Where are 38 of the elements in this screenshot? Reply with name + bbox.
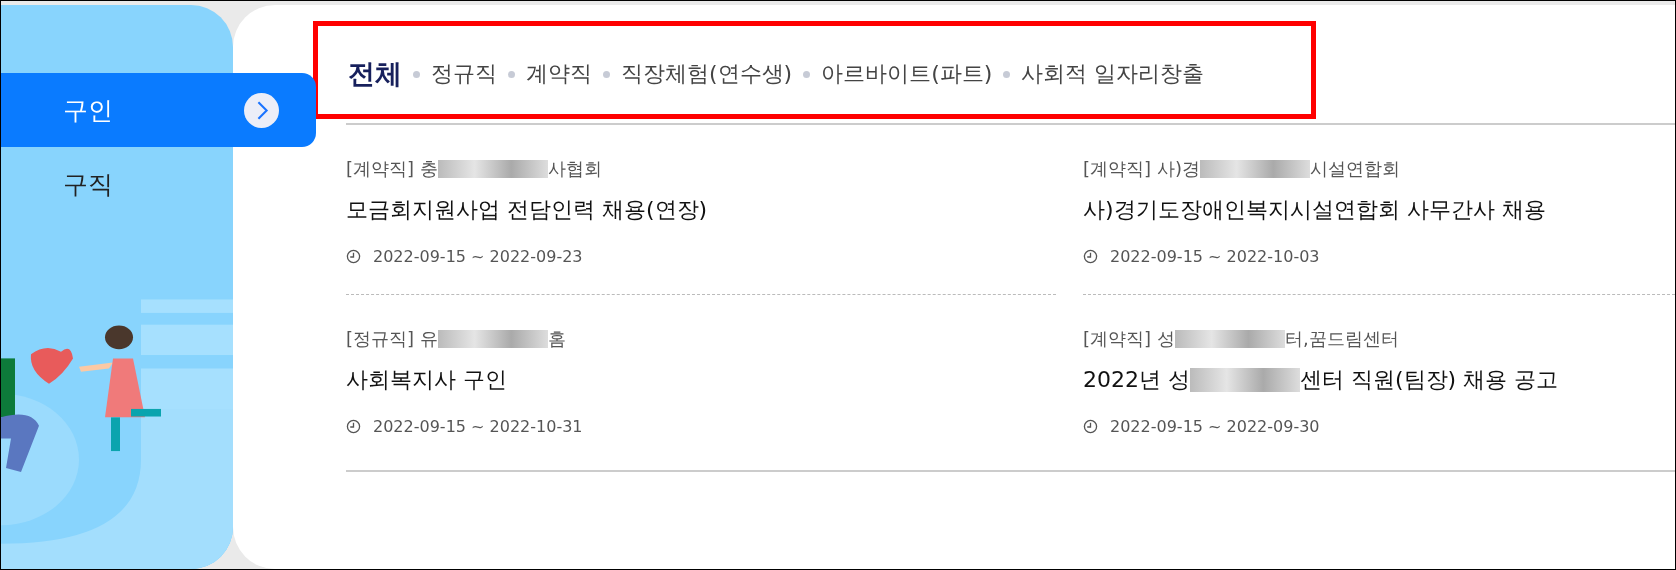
organization-name: 사)경 xyxy=(1157,157,1201,181)
separator-dot xyxy=(508,70,515,78)
clock-icon xyxy=(346,419,361,434)
post-title[interactable]: 센터 직원(팀장) 채용 공고 xyxy=(1300,365,1559,395)
sidebar-item[interactable]: 구인 xyxy=(1,73,316,147)
job-category: [계약직] xyxy=(346,157,415,181)
post-title[interactable]: 모금회지원사업 전담인력 채용(연장) xyxy=(346,195,708,225)
chevron-right-icon xyxy=(244,92,279,128)
post-period: 2022-09-15 ~ 2022-09-30 xyxy=(1110,417,1320,436)
filter-tab[interactable]: 사회적 일자리창출 xyxy=(1021,59,1205,89)
organization-name: 성 xyxy=(1157,327,1176,351)
organization-name: 시설연합회 xyxy=(1310,157,1401,181)
filter-tab[interactable]: 전체 xyxy=(348,56,402,92)
filter-tab[interactable]: 직장체험(연수생) xyxy=(621,59,793,89)
post-period: 2022-09-15 ~ 2022-09-23 xyxy=(373,247,583,266)
filter-tab[interactable]: 계약직 xyxy=(526,59,592,89)
filter-tab[interactable]: 아르바이트(파트) xyxy=(821,59,993,89)
post-title[interactable]: 사회복지사 구인 xyxy=(346,365,507,395)
job-category: [계약직] xyxy=(1083,157,1152,181)
post-period: 2022-09-15 ~ 2022-10-31 xyxy=(373,417,583,436)
organization-name: 터,꿈드림센터 xyxy=(1285,327,1399,351)
clock-icon xyxy=(1083,249,1098,264)
organization-name: 충 xyxy=(420,157,439,181)
filter-tab[interactable]: 정규직 xyxy=(431,59,497,89)
organization-name: 홈 xyxy=(548,327,567,351)
clock-icon xyxy=(1083,419,1098,434)
job-category: [정규직] xyxy=(346,327,415,351)
organization-name: 사협회 xyxy=(548,157,603,181)
separator-dot xyxy=(603,70,610,78)
separator-dot xyxy=(1003,70,1011,78)
job-category: [계약직] xyxy=(1083,327,1152,351)
clock-icon xyxy=(346,249,361,264)
separator-dot xyxy=(803,70,811,78)
post-period: 2022-09-15 ~ 2022-10-03 xyxy=(1110,247,1320,266)
post-title[interactable]: 2022년 성 xyxy=(1083,365,1190,395)
separator-dot xyxy=(413,70,420,78)
post-title[interactable]: 사)경기도장애인복지시설연합회 사무간사 채용 xyxy=(1083,195,1546,225)
organization-name: 유 xyxy=(420,327,439,351)
